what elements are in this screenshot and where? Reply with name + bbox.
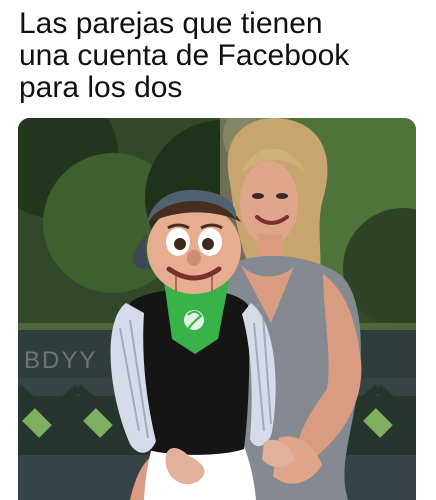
- woman-left-eye: [252, 193, 264, 199]
- caption-line-2: una cuenta de Facebook: [19, 39, 350, 72]
- caption-line-1: Las parejas que tienen: [19, 7, 323, 40]
- bench-watermark: BDYY: [24, 347, 97, 374]
- meme-photo: BDYY: [18, 118, 416, 500]
- caption-line-3: para los dos: [19, 71, 183, 104]
- meme-caption: Las parejas que tienen una cuenta de Fac…: [19, 8, 419, 104]
- scarf-symbol: [184, 310, 204, 330]
- dummy-nose: [187, 250, 201, 266]
- woman-face: [240, 161, 298, 245]
- photo-illustration: BDYY: [18, 118, 416, 500]
- woman-right-eye: [276, 193, 288, 199]
- dummy-right-pupil: [202, 238, 214, 250]
- dummy-left-pupil: [174, 238, 186, 250]
